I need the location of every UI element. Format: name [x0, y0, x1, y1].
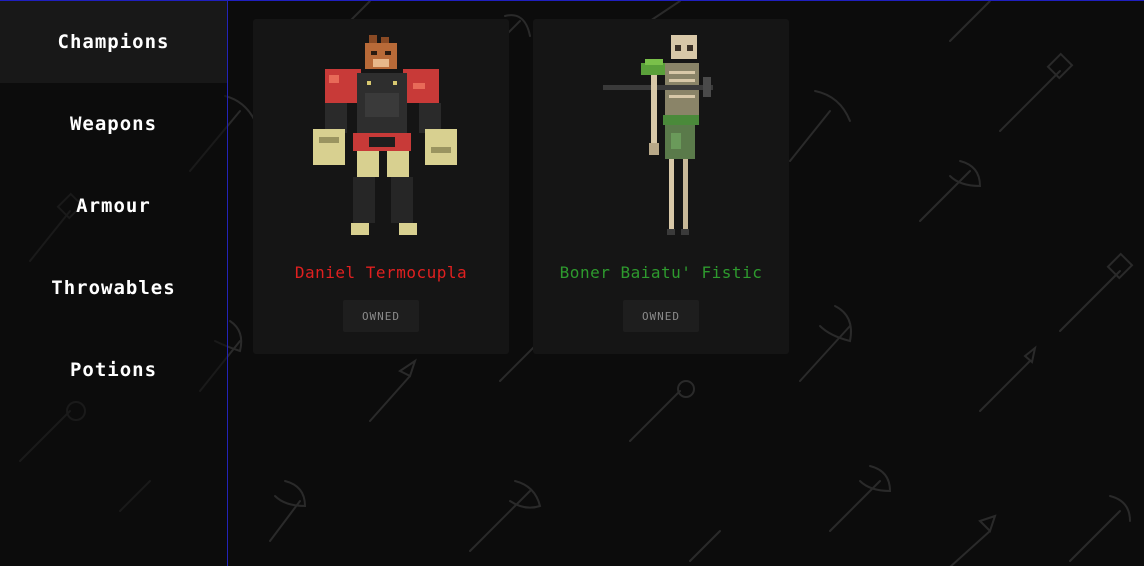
skeleton-sprite: [603, 35, 713, 235]
category-sidebar: Champions Weapons Armour Throwables Poti…: [0, 1, 228, 566]
champion-name: Boner Baiatu' Fistic: [559, 263, 763, 282]
armored-warrior-sprite: [313, 35, 457, 235]
sidebar-item-armour[interactable]: Armour: [0, 165, 227, 247]
owned-status-button[interactable]: OWNED: [623, 300, 699, 332]
sidebar-item-throwables[interactable]: Throwables: [0, 247, 227, 329]
champion-card[interactable]: Daniel Termocupla OWNED: [253, 19, 509, 354]
sidebar-item-weapons[interactable]: Weapons: [0, 83, 227, 165]
champion-grid: Daniel Termocupla OWNED Boner Baiatu' Fi…: [228, 1, 1144, 566]
app-window: Champions Weapons Armour Throwables Poti…: [0, 0, 1144, 566]
champion-card[interactable]: Boner Baiatu' Fistic OWNED: [533, 19, 789, 354]
sidebar-item-potions[interactable]: Potions: [0, 329, 227, 411]
owned-status-button[interactable]: OWNED: [343, 300, 419, 332]
champion-name: Daniel Termocupla: [294, 263, 468, 282]
sidebar-item-champions[interactable]: Champions: [0, 1, 227, 83]
